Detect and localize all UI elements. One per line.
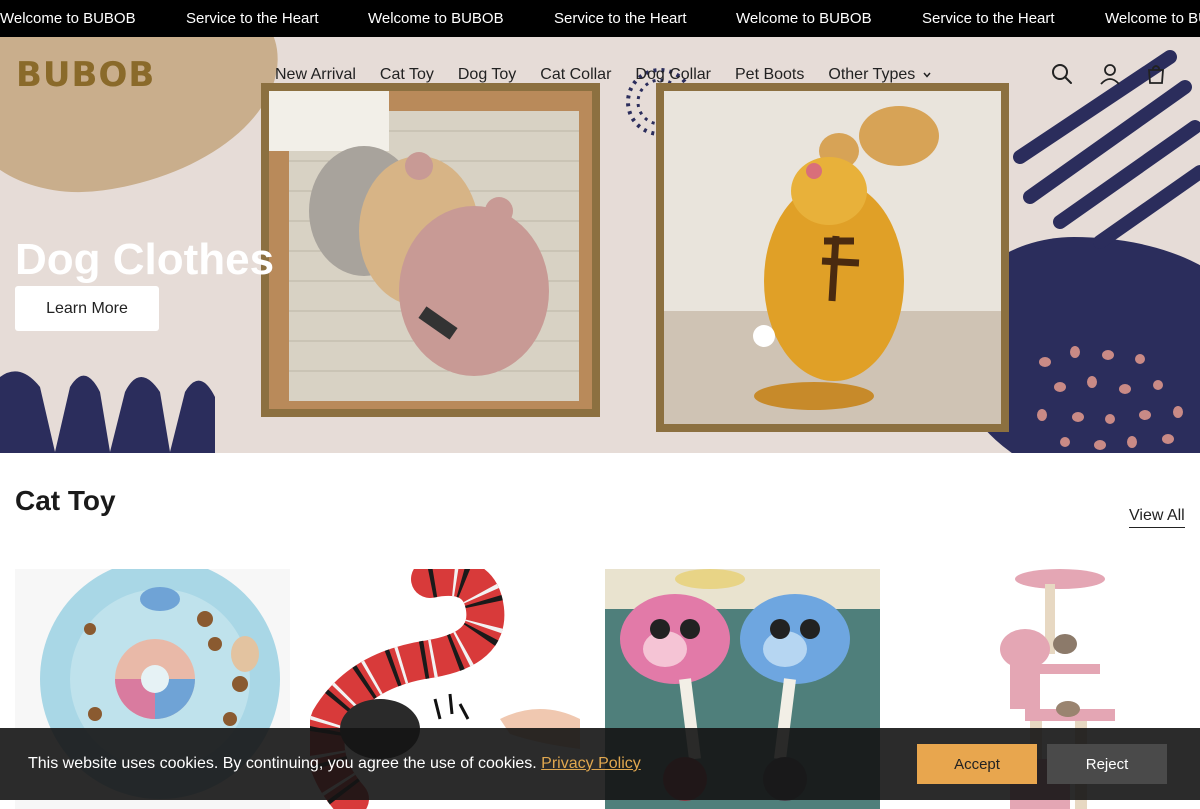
section-title: Cat Toy <box>15 485 116 516</box>
nav-item-other-types[interactable]: Other Types <box>828 65 931 85</box>
cookie-message: This website uses cookies. By continuing… <box>28 754 641 774</box>
nav-item-dog-toy[interactable]: Dog Toy <box>458 65 516 85</box>
announcement-text: Service to the Heart <box>186 10 319 27</box>
accept-cookies-button[interactable]: Accept <box>917 744 1037 784</box>
decorative-dots <box>1037 346 1183 450</box>
decorative-zigzag <box>0 371 215 453</box>
hero-photo-dog <box>656 83 1009 432</box>
nav-item-pet-boots[interactable]: Pet Boots <box>735 65 804 85</box>
announcement-text: Service to the Heart <box>554 10 687 27</box>
main-nav: New Arrival Cat Toy Dog Toy Cat Collar D… <box>275 65 955 85</box>
nav-item-label: Other Types <box>828 66 916 83</box>
announcement-text: Service to the Heart <box>922 10 1055 27</box>
search-icon[interactable] <box>1050 62 1074 86</box>
nav-item-cat-collar[interactable]: Cat Collar <box>540 65 611 85</box>
cart-icon[interactable] <box>1144 62 1168 86</box>
hero-photo-sweaters <box>261 83 600 417</box>
cookie-text: This website uses cookies. By continuing… <box>28 755 542 772</box>
logo[interactable]: BUBOB <box>16 56 155 94</box>
announcement-text: Welcome to BUBOB <box>1105 10 1200 27</box>
announcement-bar: Welcome to BUBOB Service to the Heart We… <box>0 0 1200 37</box>
nav-item-dog-collar[interactable]: Dog Collar <box>635 65 711 85</box>
nav-item-new-arrival[interactable]: New Arrival <box>275 65 356 85</box>
learn-more-button[interactable]: Learn More <box>15 286 159 331</box>
privacy-policy-link[interactable]: Privacy Policy <box>541 755 641 772</box>
nav-item-cat-toy[interactable]: Cat Toy <box>380 65 434 85</box>
hero-banner: Dog Clothes Learn More <box>0 37 1200 453</box>
chevron-down-icon <box>923 72 931 78</box>
announcement-text: Welcome to BUBOB <box>368 10 504 27</box>
hero-title: Dog Clothes <box>15 235 275 284</box>
account-icon[interactable] <box>1098 62 1122 86</box>
view-all-link[interactable]: View All <box>1129 507 1185 528</box>
announcement-text: Welcome to BUBOB <box>0 10 136 27</box>
reject-cookies-button[interactable]: Reject <box>1047 744 1167 784</box>
announcement-text: Welcome to BUBOB <box>736 10 872 27</box>
